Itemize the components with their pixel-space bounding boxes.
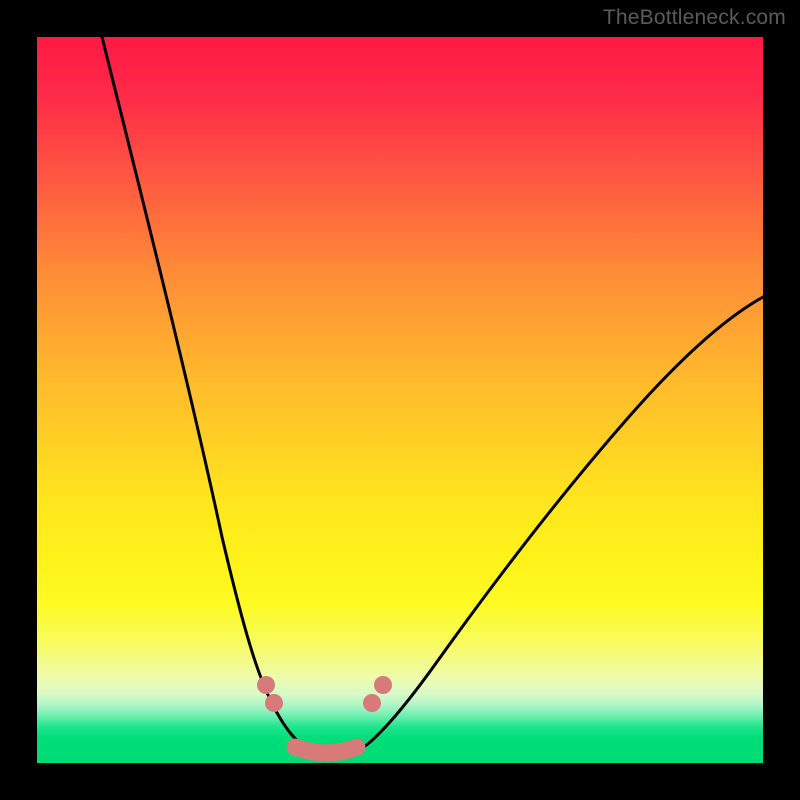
chart-frame: TheBottleneck.com [0, 0, 800, 800]
marker-left-1 [257, 676, 275, 694]
left-curve [102, 37, 337, 757]
marker-left-2 [265, 694, 283, 712]
right-curve [337, 297, 763, 757]
bottom-marker-segment [295, 747, 357, 753]
watermark-text: TheBottleneck.com [603, 6, 786, 30]
plot-area [37, 37, 763, 763]
marker-right-2 [374, 676, 392, 694]
marker-right-1 [363, 694, 381, 712]
curves-layer [37, 37, 763, 763]
